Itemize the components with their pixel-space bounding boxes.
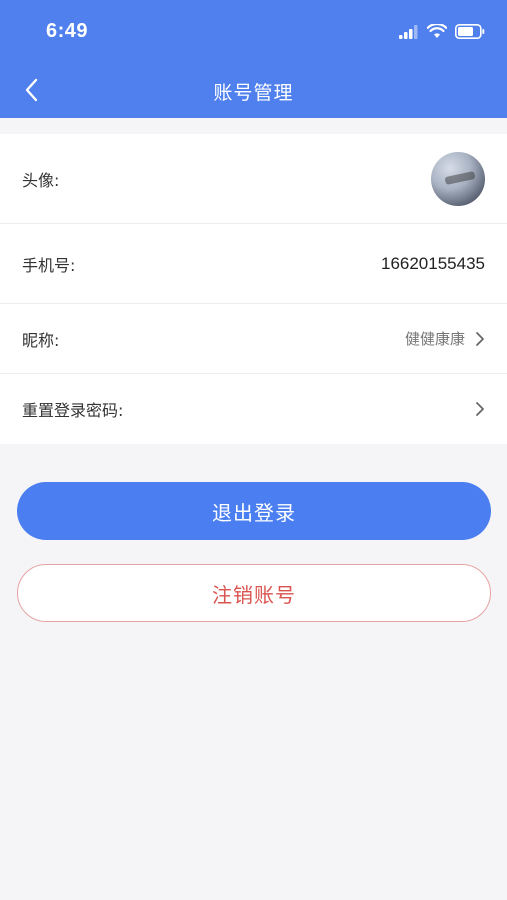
chevron-right-icon <box>475 401 485 417</box>
cellular-signal-icon <box>399 24 419 43</box>
row-phone: 手机号: 16620155435 <box>0 224 507 304</box>
row-avatar[interactable]: 头像: <box>0 134 507 224</box>
reset-password-right <box>475 401 485 417</box>
deactivate-account-button[interactable]: 注销账号 <box>17 564 491 622</box>
avatar-right <box>431 151 485 206</box>
logout-button[interactable]: 退出登录 <box>17 482 491 540</box>
nickname-right: 健健康康 <box>405 328 485 349</box>
battery-icon <box>455 23 485 43</box>
page-title: 账号管理 <box>213 82 294 104</box>
row-reset-password[interactable]: 重置登录密码: <box>0 374 507 444</box>
status-time: 6:49 <box>46 20 89 42</box>
chevron-right-icon <box>475 331 485 347</box>
wifi-icon <box>426 22 448 43</box>
nickname-value: 健健康康 <box>404 331 465 348</box>
status-icons <box>399 22 485 44</box>
avatar-label: 头像: <box>22 170 60 190</box>
phone-label: 手机号: <box>22 255 76 275</box>
phone-value: 16620155435 <box>380 253 485 273</box>
avatar[interactable] <box>431 151 485 206</box>
nickname-label: 昵称: <box>22 330 60 350</box>
row-nickname[interactable]: 昵称: 健健康康 <box>0 304 507 374</box>
app-header: 6:49 账号管理 <box>0 0 507 118</box>
reset-password-label: 重置登录密码: <box>22 401 124 420</box>
account-settings-list: 头像: 手机号: 16620155435 昵称: 健健康康 重置登录密码: <box>0 134 507 444</box>
phone-right: 16620155435 <box>381 254 485 274</box>
nav-bar: 账号管理 <box>0 66 507 118</box>
status-bar: 6:49 <box>0 0 507 66</box>
